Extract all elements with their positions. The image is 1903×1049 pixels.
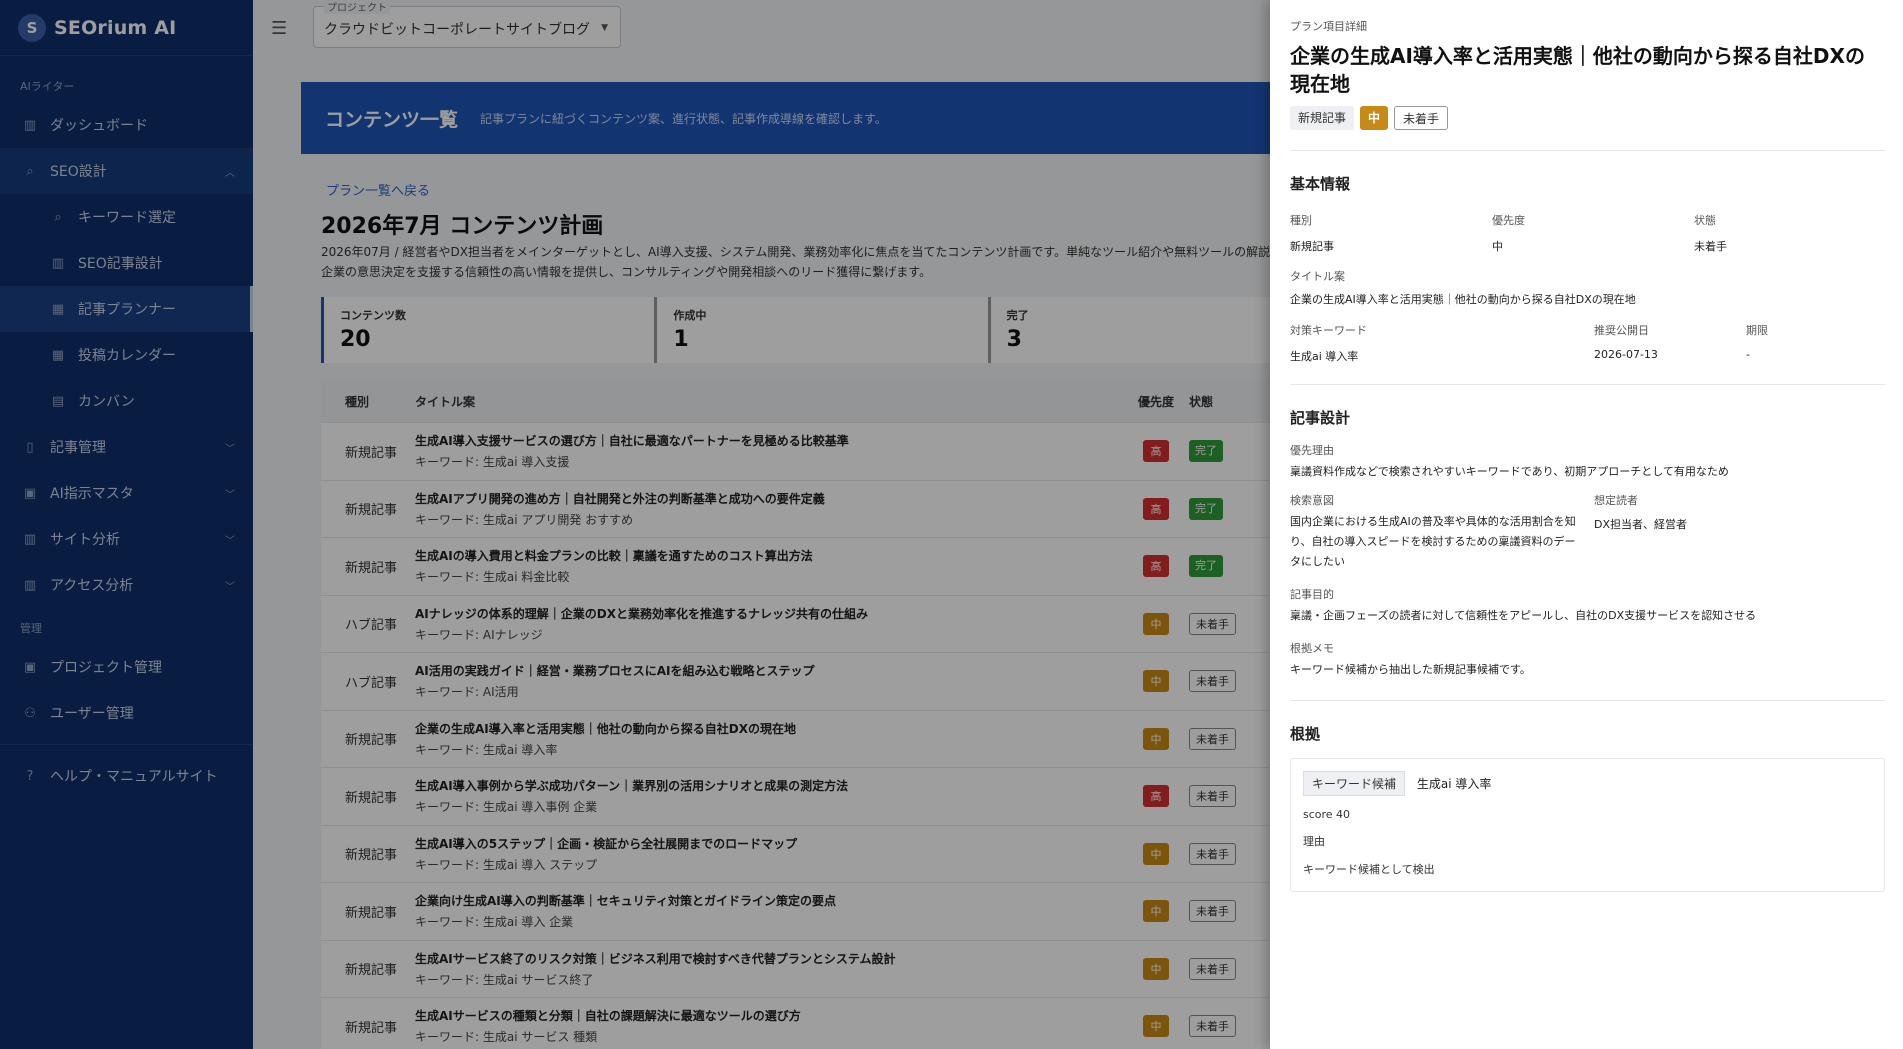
status-field: 状態 未着手: [1694, 214, 1727, 253]
article-design-heading: 記事設計: [1290, 409, 1351, 427]
drawer-kicker: プラン項目詳細: [1290, 20, 1367, 33]
title-field: タイトル案 企業の生成AI導入率と活用実態｜他社の動向から探る自社DXの現在地: [1290, 270, 1636, 306]
memo-field: 根拠メモ キーワード候補から抽出した新規記事候補です。: [1290, 642, 1531, 676]
drawer-tags: 新規記事 中 未着手: [1290, 106, 1903, 130]
evidence-score: score 40: [1303, 808, 1351, 821]
detail-drawer: プラン項目詳細 企業の生成AI導入率と活用実態｜他社の動向から探る自社DXの現在…: [1270, 0, 1903, 1049]
pubdate-field: 推奨公開日 2026-07-13: [1594, 324, 1658, 361]
evidence-tag: キーワード候補: [1303, 771, 1406, 796]
reader-field: 想定読者 DX担当者、経営者: [1594, 494, 1688, 531]
deadline-field: 期限 -: [1746, 324, 1768, 361]
evidence-reason-label: 理由: [1303, 835, 1325, 848]
keyword-row: 対策キーワード 生成ai 導入率 推奨公開日 2026-07-13 期限 -: [1290, 322, 1903, 364]
priority-field: 優先度 中: [1492, 214, 1525, 253]
evidence-keyword: 生成ai 導入率: [1416, 777, 1492, 791]
priority-tag: 中: [1360, 106, 1389, 130]
keyword-field: 対策キーワード 生成ai 導入率: [1290, 324, 1367, 363]
modal-overlay[interactable]: [0, 0, 1270, 1049]
evidence-card: キーワード候補 生成ai 導入率 score 40 理由 キーワード候補として検…: [1290, 758, 1885, 892]
basic-info-row: 種別 新規記事 優先度 中 状態 未着手: [1290, 212, 1903, 254]
evidence-heading: 根拠: [1290, 725, 1321, 743]
evidence-reason-value: キーワード候補として検出: [1303, 863, 1435, 876]
intent-field: 検索意図 国内企業における生成AIの普及率や具体的な活用割合を知り、自社の導入ス…: [1290, 494, 1576, 568]
purpose-field: 記事目的 稟議・企画フェーズの読者に対して信頼性をアピールし、自社のDX支援サー…: [1290, 588, 1757, 622]
reason-field: 優先理由 稟議資料作成などで検索されやすいキーワードであり、初期アプローチとして…: [1290, 444, 1729, 478]
type-field: 種別 新規記事: [1290, 214, 1334, 253]
drawer-divider: [1290, 150, 1885, 151]
drawer-divider: [1290, 384, 1885, 385]
intent-row: 検索意図 国内企業における生成AIの普及率や具体的な活用割合を知り、自社の導入ス…: [1290, 492, 1903, 572]
type-tag: 新規記事: [1290, 106, 1355, 130]
status-tag: 未着手: [1394, 106, 1449, 130]
drawer-divider: [1290, 700, 1885, 701]
basic-info-heading: 基本情報: [1290, 175, 1351, 193]
drawer-title: 企業の生成AI導入率と活用実態｜他社の動向から探る自社DXの現在地: [1290, 44, 1865, 96]
